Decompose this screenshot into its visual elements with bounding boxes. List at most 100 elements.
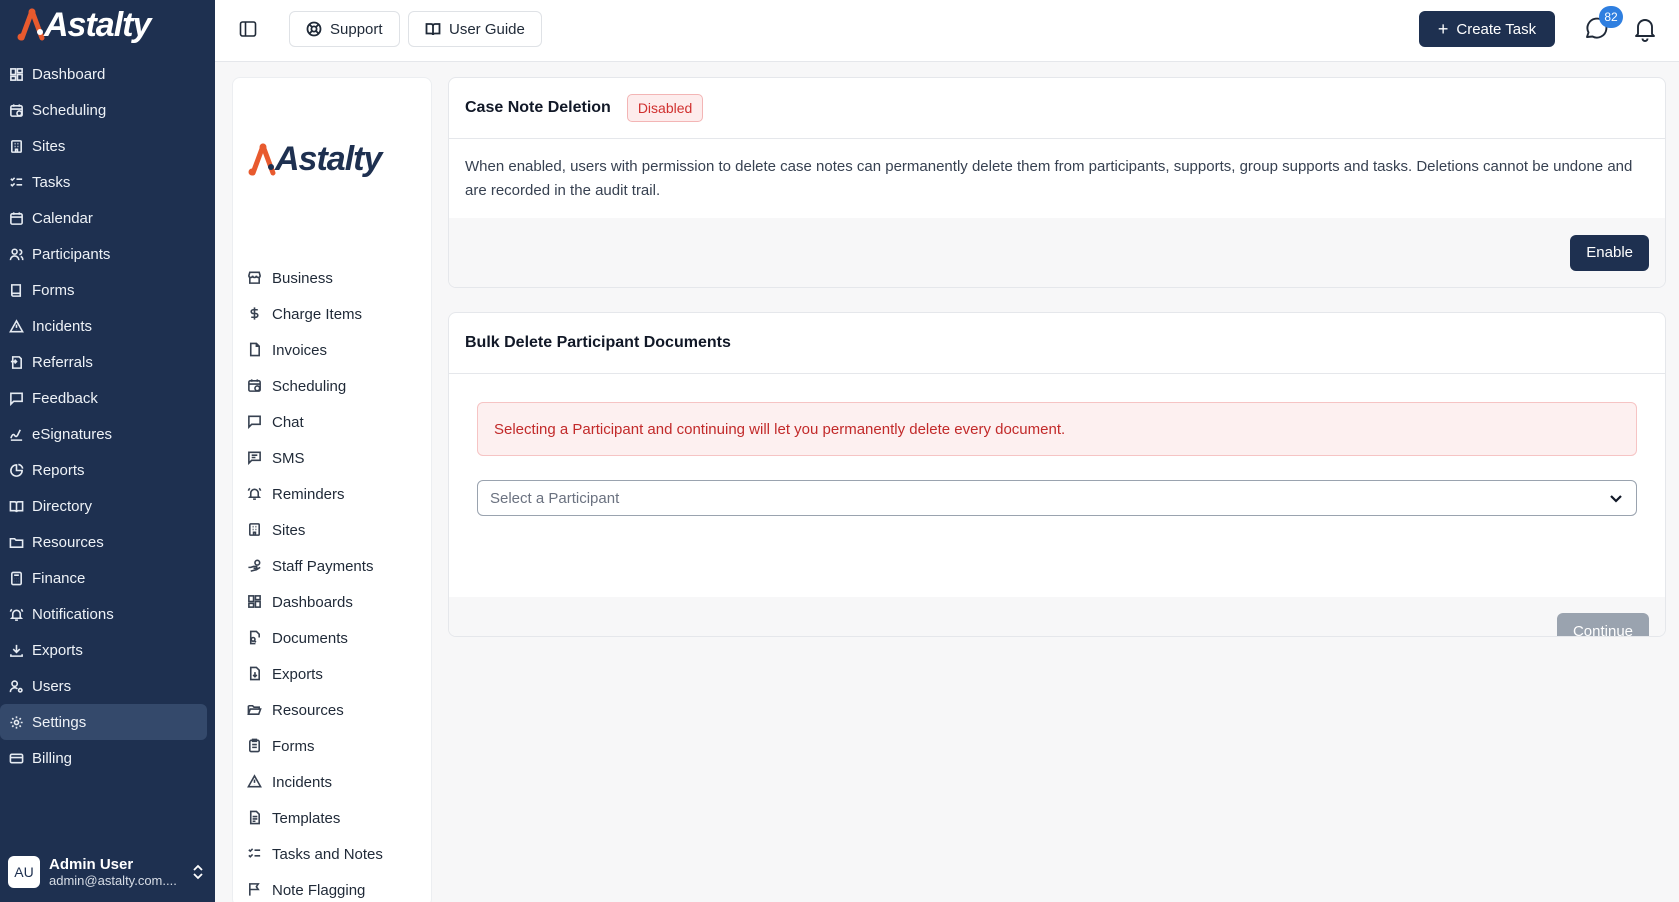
sidebar-item-users[interactable]: Users (0, 668, 207, 704)
user-menu[interactable]: AU Admin User admin@astalty.com.... (8, 850, 208, 894)
pie-chart-icon (9, 463, 23, 477)
user-name: Admin User (49, 856, 134, 873)
user-email: admin@astalty.com.... (49, 873, 177, 888)
sidebar-item-tasks[interactable]: Tasks (0, 164, 207, 200)
sidebar-item-label: Forms (32, 281, 75, 299)
warning-alert: Selecting a Participant and continuing w… (477, 402, 1637, 456)
sidebar-item-dashboard[interactable]: Dashboard (0, 56, 207, 92)
brand-name: Astalty (44, 5, 151, 44)
credit-card-icon (9, 752, 23, 764)
settings-item-reminders[interactable]: Reminders (247, 476, 383, 512)
sidebar-item-notifications[interactable]: Notifications (0, 596, 207, 632)
sidebar-item-incidents[interactable]: Incidents (0, 308, 207, 344)
sidebar-item-participants[interactable]: Participants (0, 236, 207, 272)
settings-brand-name: Astalty (275, 140, 382, 178)
settings-item-note-flagging[interactable]: Note Flagging (247, 872, 383, 902)
settings-item-incidents[interactable]: Incidents (247, 764, 383, 800)
file-search-icon (249, 630, 260, 645)
settings-item-label: Chat (272, 413, 304, 431)
sidebar-item-label: Settings (32, 713, 87, 731)
sidebar-item-resources[interactable]: Resources (0, 524, 207, 560)
dashboard-icon (9, 67, 23, 81)
settings-item-charge-items[interactable]: Charge Items (247, 296, 383, 332)
sidebar-toggle-icon[interactable] (239, 20, 257, 38)
sidebar-item-finance[interactable]: Finance (0, 560, 207, 596)
participant-select[interactable]: Select a Participant (477, 480, 1637, 516)
settings-item-sms[interactable]: SMS (247, 440, 383, 476)
file-icon (249, 342, 260, 357)
user-guide-button[interactable]: User Guide (408, 11, 542, 47)
settings-item-documents[interactable]: Documents (247, 620, 383, 656)
settings-item-exports[interactable]: Exports (247, 656, 383, 692)
settings-item-label: Scheduling (272, 377, 347, 395)
message-square-icon (248, 415, 261, 429)
settings-nav-list: Business Charge Items Invoices Scheduling Ch… (247, 260, 383, 902)
list-checks-icon (248, 848, 261, 858)
brand-logo[interactable]: Astalty (0, 0, 215, 50)
main-sidebar: Astalty Dashboard Scheduling Sites Tasks Cal… (0, 0, 215, 902)
avatar: AU (8, 856, 40, 888)
sidebar-item-exports[interactable]: Exports (0, 632, 207, 668)
astalty-mark-icon (248, 143, 276, 175)
settings-item-label: Templates (272, 809, 341, 827)
sidebar-item-reports[interactable]: Reports (0, 452, 207, 488)
sidebar-item-sites[interactable]: Sites (0, 128, 207, 164)
support-button[interactable]: Support (289, 11, 400, 47)
sidebar-item-settings[interactable]: Settings (0, 704, 207, 740)
settings-nav: Astalty Business Charge Items Invoices Sche… (232, 77, 432, 902)
settings-item-scheduling[interactable]: Scheduling (247, 368, 383, 404)
settings-item-chat[interactable]: Chat (247, 404, 383, 440)
sidebar-item-label: Billing (32, 749, 73, 767)
settings-item-label: SMS (272, 449, 305, 467)
sidebar-item-label: Calendar (32, 209, 93, 227)
settings-item-staff-payments[interactable]: Staff Payments (247, 548, 383, 584)
bell-ring-icon (9, 608, 23, 621)
user-cog-icon (9, 679, 23, 693)
sidebar-item-billing[interactable]: Billing (0, 740, 207, 776)
referral-icon (10, 355, 22, 369)
settings-item-label: Invoices (272, 341, 328, 359)
sidebar-item-label: Tasks (32, 173, 71, 191)
chevrons-up-down-icon[interactable] (190, 862, 206, 882)
main-nav: Dashboard Scheduling Sites Tasks Calendar Par… (0, 56, 215, 776)
sidebar-item-forms[interactable]: Forms (0, 272, 207, 308)
settings-item-label: Business (272, 269, 333, 287)
sidebar-item-directory[interactable]: Directory (0, 488, 207, 524)
sidebar-item-scheduling[interactable]: Scheduling (0, 92, 207, 128)
building-icon (249, 523, 260, 536)
settings-item-forms[interactable]: Forms (247, 728, 383, 764)
settings-item-resources[interactable]: Resources (247, 692, 383, 728)
folder-open-icon (247, 704, 262, 715)
create-task-button[interactable]: + Create Task (1419, 11, 1555, 47)
settings-item-dashboards[interactable]: Dashboards (247, 584, 383, 620)
sidebar-item-calendar[interactable]: Calendar (0, 200, 207, 236)
settings-item-tasks-and-notes[interactable]: Tasks and Notes (247, 836, 383, 872)
settings-item-label: Tasks and Notes (272, 845, 383, 863)
bell-icon[interactable] (1633, 16, 1657, 42)
hand-coins-icon (248, 559, 261, 572)
sidebar-item-referrals[interactable]: Referrals (0, 344, 207, 380)
settings-item-business[interactable]: Business (247, 260, 383, 296)
sidebar-item-feedback[interactable]: Feedback (0, 380, 207, 416)
continue-button[interactable]: Continue (1556, 613, 1649, 636)
sidebar-item-esignatures[interactable]: eSignatures (0, 416, 207, 452)
sidebar-item-label: Dashboard (32, 65, 106, 83)
folder-icon (9, 537, 23, 548)
select-placeholder: Select a Participant (490, 489, 620, 507)
enable-button[interactable]: Enable (1570, 234, 1649, 271)
calculator-icon (10, 571, 22, 585)
sidebar-item-label: Notifications (32, 605, 114, 623)
settings-item-label: Dashboards (272, 593, 353, 611)
flag-icon (249, 883, 260, 896)
calendar-clock-icon (248, 379, 261, 392)
signature-icon (9, 428, 22, 441)
users-icon (9, 247, 23, 260)
bulk-delete-card: Bulk Delete Participant Documents Select… (448, 312, 1666, 637)
sidebar-item-label: Scheduling (32, 101, 107, 119)
file-text-icon (249, 810, 260, 825)
settings-item-invoices[interactable]: Invoices (247, 332, 383, 368)
settings-item-templates[interactable]: Templates (247, 800, 383, 836)
settings-item-label: Incidents (272, 773, 333, 791)
settings-item-sites[interactable]: Sites (247, 512, 383, 548)
sidebar-item-label: Finance (32, 569, 86, 587)
